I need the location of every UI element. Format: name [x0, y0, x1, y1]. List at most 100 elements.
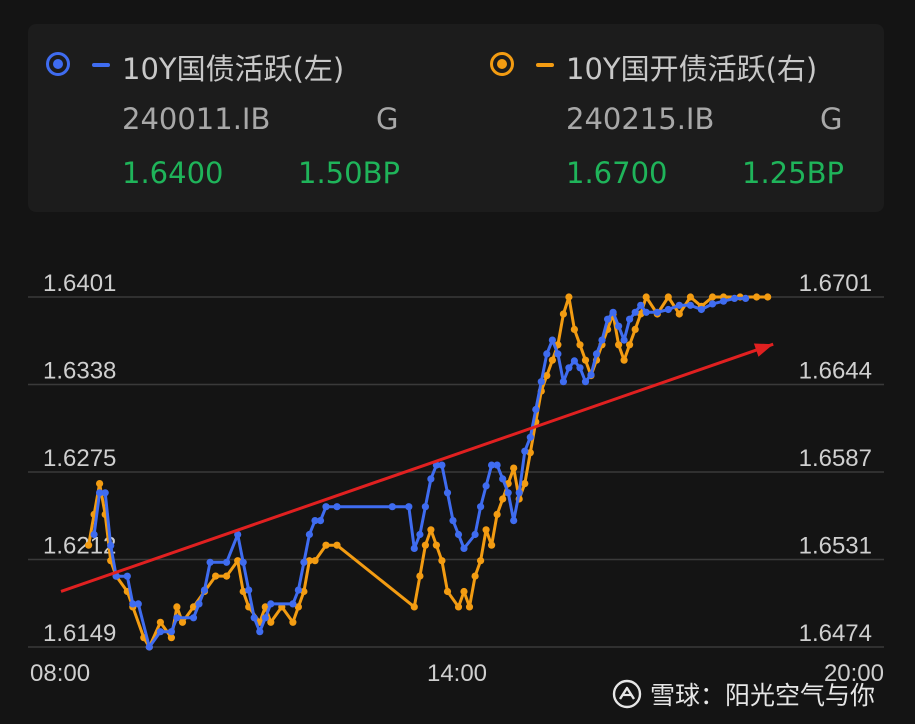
series-point [223, 572, 231, 580]
series-point [637, 301, 645, 309]
series-point [592, 350, 601, 358]
series-point [565, 364, 573, 372]
left-axis-tick-label: 1.6275 [43, 445, 116, 472]
series-point [239, 558, 247, 566]
series-point [200, 586, 209, 594]
series-point [510, 464, 518, 472]
series-point [548, 356, 557, 364]
series-point [443, 587, 452, 596]
series-point [631, 325, 639, 333]
series-point [96, 480, 104, 488]
series-point [615, 341, 623, 349]
series-point [173, 603, 181, 611]
series-point [305, 530, 313, 539]
series-point [504, 489, 512, 497]
series-point [405, 503, 413, 511]
left-axis-tick-label: 1.6401 [43, 270, 116, 297]
series-point [333, 541, 341, 549]
series-point [753, 293, 761, 301]
series-point [581, 378, 590, 386]
series-point [333, 503, 341, 511]
series-point [526, 433, 534, 441]
series-point [438, 461, 446, 469]
series-point [195, 600, 203, 608]
series-point [686, 293, 695, 301]
series-point [521, 447, 529, 455]
series-point [167, 628, 175, 636]
series-point [482, 526, 490, 534]
snowball-logo-icon [612, 679, 642, 709]
series-point [250, 614, 258, 622]
series-point [675, 301, 683, 309]
series-point [322, 541, 330, 549]
series-point [493, 461, 501, 469]
series-point [515, 489, 523, 497]
series-point [145, 643, 153, 651]
right-axis-tick-label: 1.6644 [799, 358, 872, 385]
watermark: 雪球：阳光空气与你 [612, 676, 875, 712]
series-point [548, 336, 557, 344]
series-point [664, 305, 672, 314]
left-axis-tick-label: 1.6212 [43, 533, 116, 560]
series-point [631, 308, 639, 316]
series-point [471, 530, 479, 539]
series-point [559, 310, 568, 318]
series-point [416, 530, 424, 539]
left-axis-tick-label: 1.6338 [43, 358, 116, 385]
series-point [653, 308, 661, 316]
series-point [576, 364, 584, 372]
series-point [493, 510, 501, 518]
series-point [570, 325, 579, 333]
series-point [427, 526, 435, 534]
series-point [212, 572, 220, 580]
series-point [675, 310, 683, 318]
series-point [460, 544, 468, 553]
series-point [388, 503, 396, 511]
series-point [576, 341, 584, 349]
trend-arrow-head-icon [753, 343, 774, 357]
series-point [443, 489, 452, 497]
series-point [626, 341, 634, 349]
series-point [565, 293, 573, 301]
series-point [421, 503, 429, 511]
series-point [316, 517, 325, 525]
series-point [598, 336, 606, 344]
series-point [449, 517, 457, 525]
series-point [730, 294, 739, 302]
series-point [686, 301, 695, 309]
right-axis-tick-label: 1.6474 [799, 620, 872, 647]
x-axis-tick-label: 08:00 [30, 660, 90, 687]
series-point [708, 300, 717, 308]
series-point [460, 587, 468, 596]
series-point [620, 356, 628, 364]
series-point [322, 503, 330, 511]
series-point [620, 336, 628, 344]
series-point [101, 489, 109, 497]
series-point [438, 557, 446, 565]
series-point [178, 618, 187, 626]
series-point [107, 542, 115, 550]
series-point [510, 517, 518, 525]
series-point [764, 293, 772, 301]
series-point [554, 350, 562, 358]
series-point [615, 322, 623, 330]
series-point [206, 558, 214, 566]
trend-arrow-line [60, 342, 774, 593]
yield-chart[interactable]: 1.6401 1.6701 1.6338 1.6644 1.6275 1.6587 1.62… [0, 0, 915, 724]
series-point [261, 614, 269, 622]
series-point [664, 293, 672, 301]
series-point [245, 586, 253, 594]
series-point [85, 541, 93, 549]
series-point [742, 294, 750, 302]
series-point [410, 544, 418, 553]
series-point [488, 541, 496, 549]
series-point [189, 614, 198, 622]
series-point [477, 503, 485, 511]
left-axis-tick-label: 1.6149 [43, 620, 116, 647]
series-point [532, 405, 540, 414]
series-point [719, 297, 728, 305]
right-axis-tick-label: 1.6701 [799, 270, 872, 297]
series-point [289, 600, 297, 608]
series-point [482, 482, 490, 490]
series-point [432, 541, 440, 549]
